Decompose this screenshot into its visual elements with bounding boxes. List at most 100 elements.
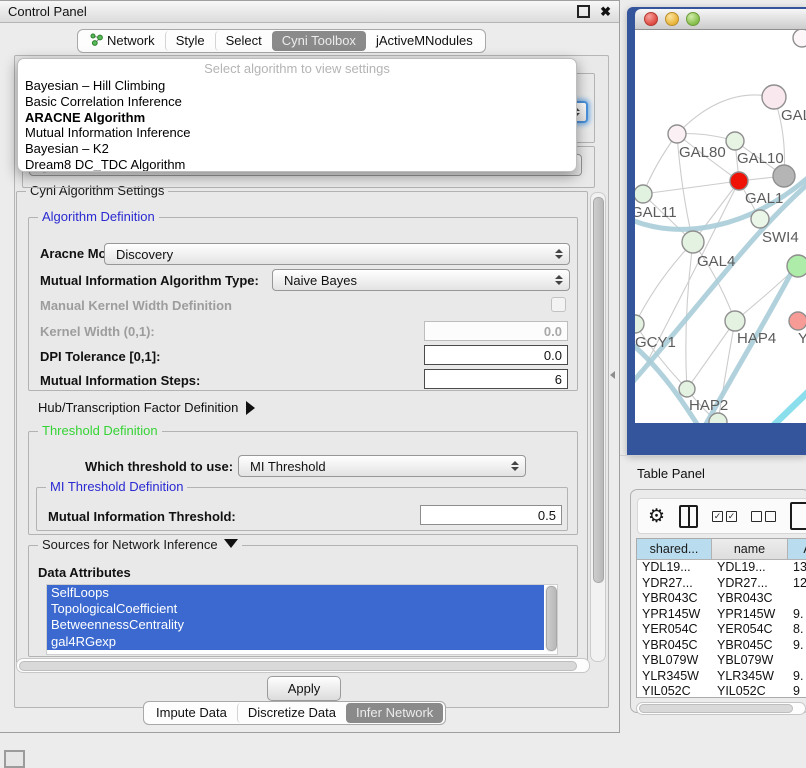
- algorithm-option[interactable]: Dream8 DC_TDC Algorithm: [18, 157, 576, 172]
- aracne-mode-combo[interactable]: Discovery: [104, 243, 570, 265]
- zoom-window-icon[interactable]: [686, 12, 700, 26]
- network-edge: [635, 242, 693, 324]
- table-row[interactable]: YLR345WYLR345W9.: [637, 669, 806, 685]
- column-header-name[interactable]: name: [712, 539, 788, 560]
- network-node-gal10[interactable]: [726, 132, 744, 150]
- table-row[interactable]: YIL052CYIL052C9: [637, 684, 806, 698]
- collapsed-panel-icon[interactable]: [4, 750, 25, 768]
- table-row[interactable]: YBL079WYBL079W: [637, 653, 806, 669]
- table-cell: YDR27...: [637, 576, 712, 592]
- manual-kernel-checkbox[interactable]: [551, 297, 566, 312]
- network-edge: [643, 134, 677, 194]
- algorithm-option[interactable]: Mutual Information Inference: [18, 125, 576, 141]
- network-node[interactable]: [773, 165, 795, 187]
- network-node-hap4[interactable]: [725, 311, 745, 331]
- network-node-gal[interactable]: [762, 85, 786, 109]
- network-node-gal4[interactable]: [682, 231, 704, 253]
- table-cell: YBL079W: [637, 653, 712, 669]
- attribute-item[interactable]: BetweennessCentrality: [47, 617, 544, 633]
- network-node-gcy1[interactable]: [635, 315, 644, 333]
- close-window-icon[interactable]: [644, 12, 658, 26]
- combo-arrows-icon: [510, 461, 519, 471]
- table-row[interactable]: YBR043CYBR043C: [637, 591, 806, 607]
- settings-vertical-scrollbar[interactable]: [590, 192, 606, 662]
- tab-infer-network[interactable]: Infer Network: [346, 703, 443, 723]
- tab-label: Style: [176, 33, 205, 49]
- table-cell: YBR045C: [637, 638, 712, 654]
- tab-label: Network: [107, 33, 155, 49]
- algorithm-definition-title: Algorithm Definition: [38, 209, 159, 224]
- table-cell: YLR345W: [712, 669, 788, 685]
- network-node-gal1[interactable]: [730, 172, 748, 190]
- settings-horizontal-scrollbar[interactable]: [16, 658, 590, 673]
- float-window-icon[interactable]: [577, 5, 590, 18]
- algorithm-option[interactable]: Bayesian – Hill Climbing: [18, 78, 576, 94]
- algorithm-option[interactable]: Bayesian – K2: [18, 141, 576, 157]
- which-threshold-value: MI Threshold: [250, 459, 510, 474]
- attribute-item[interactable]: TopologicalCoefficient: [47, 601, 544, 617]
- network-node-gal80[interactable]: [668, 125, 686, 143]
- network-canvas[interactable]: GALGAL80GAL10GAL1GAL11SWI4GAL4GCY1HAP4YH…: [635, 30, 806, 423]
- mi-steps-input[interactable]: [424, 369, 568, 389]
- mi-type-combo[interactable]: Naive Bayes: [272, 269, 570, 291]
- hub-definition-toggle[interactable]: Hub/Transcription Factor Definition: [38, 400, 255, 415]
- data-attributes-list[interactable]: SelfLoopsTopologicalCoefficientBetweenne…: [46, 584, 558, 655]
- node-table[interactable]: shared...nameA YDL19...YDL19...13YDR27..…: [636, 538, 806, 698]
- table-row[interactable]: YER054CYER054C8.: [637, 622, 806, 638]
- tab-label: Infer Network: [356, 705, 433, 721]
- minimize-window-icon[interactable]: [665, 12, 679, 26]
- network-node[interactable]: [787, 255, 806, 277]
- table-cell: YBL079W: [712, 653, 788, 669]
- table-row[interactable]: YPR145WYPR145W9.: [637, 607, 806, 623]
- dpi-tolerance-input[interactable]: [424, 345, 568, 365]
- new-table-icon[interactable]: [790, 502, 806, 530]
- mi-threshold-label: Mutual Information Threshold:: [48, 509, 236, 524]
- tab-network[interactable]: Network: [80, 31, 165, 52]
- algorithm-option[interactable]: ARACNE Algorithm: [18, 110, 576, 126]
- table-cell: YBR043C: [712, 591, 788, 607]
- algorithm-option[interactable]: Basic Correlation Inference: [18, 94, 576, 110]
- columns-icon[interactable]: [679, 505, 698, 528]
- mi-threshold-input[interactable]: [420, 505, 562, 525]
- popup-prompt: Select algorithm to view settings: [18, 61, 576, 78]
- network-node-hap2[interactable]: [679, 381, 695, 397]
- top-tab-group: Network Style SelectCyni ToolboxjActiveMNo…: [77, 29, 486, 53]
- tab-label: Discretize Data: [248, 705, 336, 721]
- attributes-scrollbar[interactable]: [545, 585, 557, 652]
- network-node-y[interactable]: [789, 312, 806, 330]
- table-row[interactable]: YDL19...YDL19...13: [637, 560, 806, 576]
- select-all-columns-icon[interactable]: ✓✓: [712, 511, 737, 522]
- close-panel-icon[interactable]: ✖: [600, 6, 611, 17]
- tab-impute-data[interactable]: Impute Data: [146, 703, 237, 723]
- apply-button[interactable]: Apply: [267, 676, 341, 701]
- tab-jactivemnodules[interactable]: jActiveMNodules: [366, 31, 483, 51]
- network-node[interactable]: [793, 30, 806, 47]
- table-body: YDL19...YDL19...13YDR27...YDR27...12YBR0…: [637, 560, 806, 698]
- tab-cyni-toolbox[interactable]: Cyni Toolbox: [272, 31, 366, 51]
- node-label-gcy1: GCY1: [635, 334, 676, 351]
- attribute-item[interactable]: gal4RGexp: [47, 634, 544, 650]
- deselect-all-columns-icon[interactable]: [751, 511, 776, 522]
- network-node-gal11[interactable]: [635, 185, 652, 203]
- tab-discretize-data[interactable]: Discretize Data: [237, 703, 346, 723]
- table-cell: YBR045C: [712, 638, 788, 654]
- split-divider-grip[interactable]: [610, 371, 615, 379]
- table-horizontal-scrollbar[interactable]: [636, 702, 806, 715]
- column-header-shared[interactable]: shared...: [637, 539, 712, 560]
- table-cell: YLR345W: [637, 669, 712, 685]
- tab-select[interactable]: Select: [215, 31, 272, 51]
- gear-icon[interactable]: ⚙: [648, 507, 665, 526]
- which-threshold-combo[interactable]: MI Threshold: [238, 455, 526, 477]
- column-header-a[interactable]: A: [788, 539, 806, 560]
- attribute-item[interactable]: SelfLoops: [47, 585, 544, 601]
- table-row[interactable]: YDR27...YDR27...12: [637, 576, 806, 592]
- tab-style[interactable]: Style: [165, 31, 215, 51]
- hub-definition-label: Hub/Transcription Factor Definition: [38, 400, 238, 415]
- kernel-width-input[interactable]: [424, 321, 568, 341]
- tab-label: Impute Data: [156, 705, 227, 721]
- table-cell: YPR145W: [712, 607, 788, 623]
- node-label-gal10: GAL10: [737, 150, 784, 167]
- table-row[interactable]: YBR045CYBR045C9.: [637, 638, 806, 654]
- network-edge: [751, 392, 806, 423]
- network-node-swi4[interactable]: [751, 210, 769, 228]
